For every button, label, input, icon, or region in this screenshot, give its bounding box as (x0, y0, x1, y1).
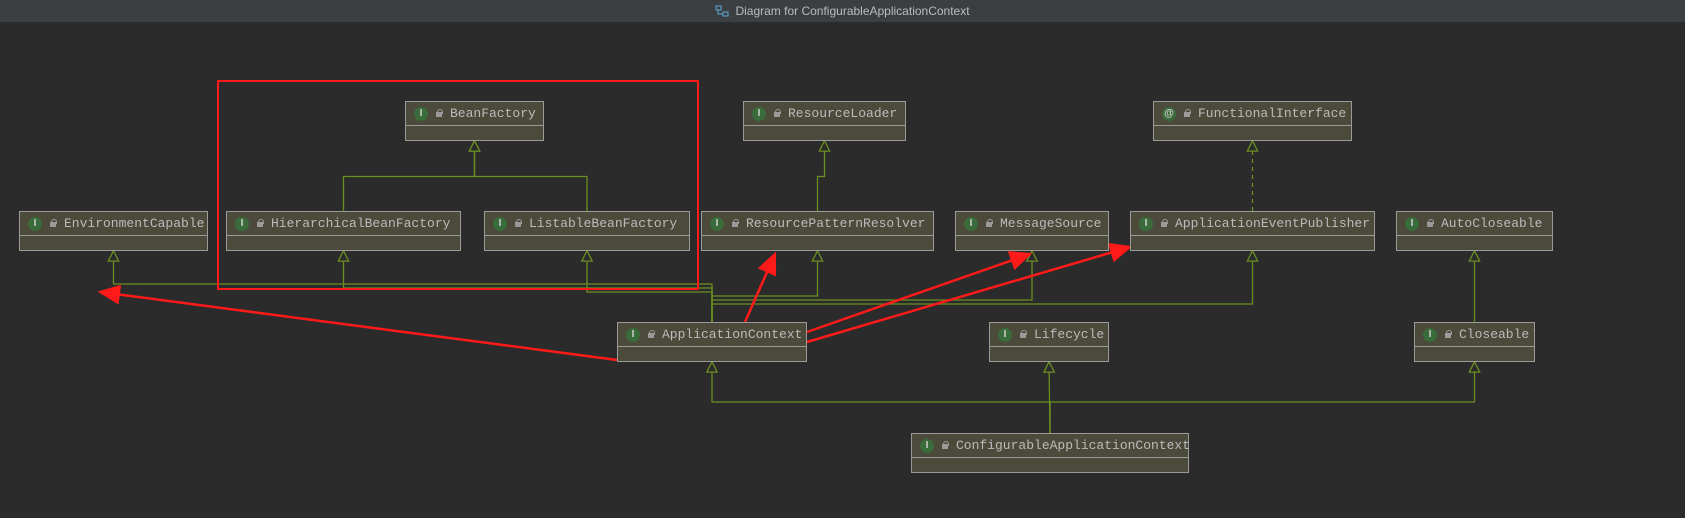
node-body (744, 125, 905, 140)
node-body (990, 346, 1108, 361)
class-node-BeanFactory[interactable]: I BeanFactory (405, 101, 544, 141)
node-body (702, 235, 933, 250)
node-body (912, 457, 1188, 472)
lock-icon (772, 109, 782, 119)
lock-icon (1159, 219, 1169, 229)
interface-icon: I (710, 217, 724, 231)
node-header: I MessageSource (956, 212, 1108, 235)
node-header: I ResourceLoader (744, 102, 905, 125)
node-body (227, 235, 460, 250)
node-label: HierarchicalBeanFactory (271, 216, 450, 231)
node-header: @ FunctionalInterface (1154, 102, 1351, 125)
node-header: I HierarchicalBeanFactory (227, 212, 460, 235)
node-label: FunctionalInterface (1198, 106, 1346, 121)
class-node-ResourceLoader[interactable]: I ResourceLoader (743, 101, 906, 141)
class-node-ResourcePatternResolver[interactable]: I ResourcePatternResolver (701, 211, 934, 251)
class-node-Closeable[interactable]: I Closeable (1414, 322, 1535, 362)
node-body (1154, 125, 1351, 140)
node-label: Closeable (1459, 327, 1529, 342)
lock-icon (1018, 330, 1028, 340)
class-node-EnvironmentCapable[interactable]: I EnvironmentCapable (19, 211, 208, 251)
node-header: I ApplicationEventPublisher (1131, 212, 1374, 235)
node-header: I ResourcePatternResolver (702, 212, 933, 235)
node-label: ConfigurableApplicationContext (956, 438, 1190, 453)
lock-icon (434, 109, 444, 119)
node-body (20, 235, 207, 250)
node-label: ListableBeanFactory (529, 216, 677, 231)
node-label: EnvironmentCapable (64, 216, 204, 231)
node-label: ApplicationEventPublisher (1175, 216, 1370, 231)
class-node-ListableBeanFactory[interactable]: I ListableBeanFactory (484, 211, 690, 251)
interface-icon: I (998, 328, 1012, 342)
interface-icon: I (414, 107, 428, 121)
node-header: I EnvironmentCapable (20, 212, 207, 235)
lock-icon (984, 219, 994, 229)
node-label: BeanFactory (450, 106, 536, 121)
node-body (406, 125, 543, 140)
diagram-icon (715, 4, 729, 18)
node-label: Lifecycle (1034, 327, 1104, 342)
class-node-FunctionalInterface[interactable]: @ FunctionalInterface (1153, 101, 1352, 141)
lock-icon (255, 219, 265, 229)
class-node-MessageSource[interactable]: I MessageSource (955, 211, 1109, 251)
lock-icon (48, 219, 58, 229)
class-node-ApplicationContext[interactable]: I ApplicationContext (617, 322, 807, 362)
node-label: ResourcePatternResolver (746, 216, 925, 231)
node-header: I ConfigurableApplicationContext (912, 434, 1188, 457)
interface-icon: I (493, 217, 507, 231)
diagram-canvas[interactable]: I BeanFactory I ResourceLoader @ FunctionalIn… (0, 22, 1685, 518)
node-body (956, 235, 1108, 250)
node-body (618, 346, 806, 361)
title-bar: Diagram for ConfigurableApplicationConte… (0, 0, 1685, 22)
interface-icon: I (28, 217, 42, 231)
connectors-layer (0, 22, 1685, 518)
lock-icon (730, 219, 740, 229)
annotation-icon: @ (1162, 107, 1176, 121)
interface-icon: I (1423, 328, 1437, 342)
node-header: I Lifecycle (990, 323, 1108, 346)
node-header: I ApplicationContext (618, 323, 806, 346)
lock-icon (513, 219, 523, 229)
node-header: I BeanFactory (406, 102, 543, 125)
node-label: MessageSource (1000, 216, 1101, 231)
class-node-Lifecycle[interactable]: I Lifecycle (989, 322, 1109, 362)
node-body (1415, 346, 1534, 361)
lock-icon (1443, 330, 1453, 340)
lock-icon (1425, 219, 1435, 229)
interface-icon: I (752, 107, 766, 121)
class-node-ApplicationEventPublisher[interactable]: I ApplicationEventPublisher (1130, 211, 1375, 251)
node-label: AutoCloseable (1441, 216, 1542, 231)
interface-icon: I (920, 439, 934, 453)
interface-icon: I (964, 217, 978, 231)
interface-icon: I (1405, 217, 1419, 231)
interface-icon: I (235, 217, 249, 231)
lock-icon (940, 441, 950, 451)
node-body (485, 235, 689, 250)
class-node-HierarchicalBeanFactory[interactable]: I HierarchicalBeanFactory (226, 211, 461, 251)
page-title: Diagram for ConfigurableApplicationConte… (735, 4, 969, 18)
interface-icon: I (1139, 217, 1153, 231)
node-header: I AutoCloseable (1397, 212, 1552, 235)
node-label: ResourceLoader (788, 106, 897, 121)
node-label: ApplicationContext (662, 327, 802, 342)
class-node-AutoCloseable[interactable]: I AutoCloseable (1396, 211, 1553, 251)
node-body (1131, 235, 1374, 250)
class-node-ConfigurableApplicationContext[interactable]: I ConfigurableApplicationContext (911, 433, 1189, 473)
node-body (1397, 235, 1552, 250)
interface-icon: I (626, 328, 640, 342)
lock-icon (646, 330, 656, 340)
node-header: I Closeable (1415, 323, 1534, 346)
node-header: I ListableBeanFactory (485, 212, 689, 235)
lock-icon (1182, 109, 1192, 119)
